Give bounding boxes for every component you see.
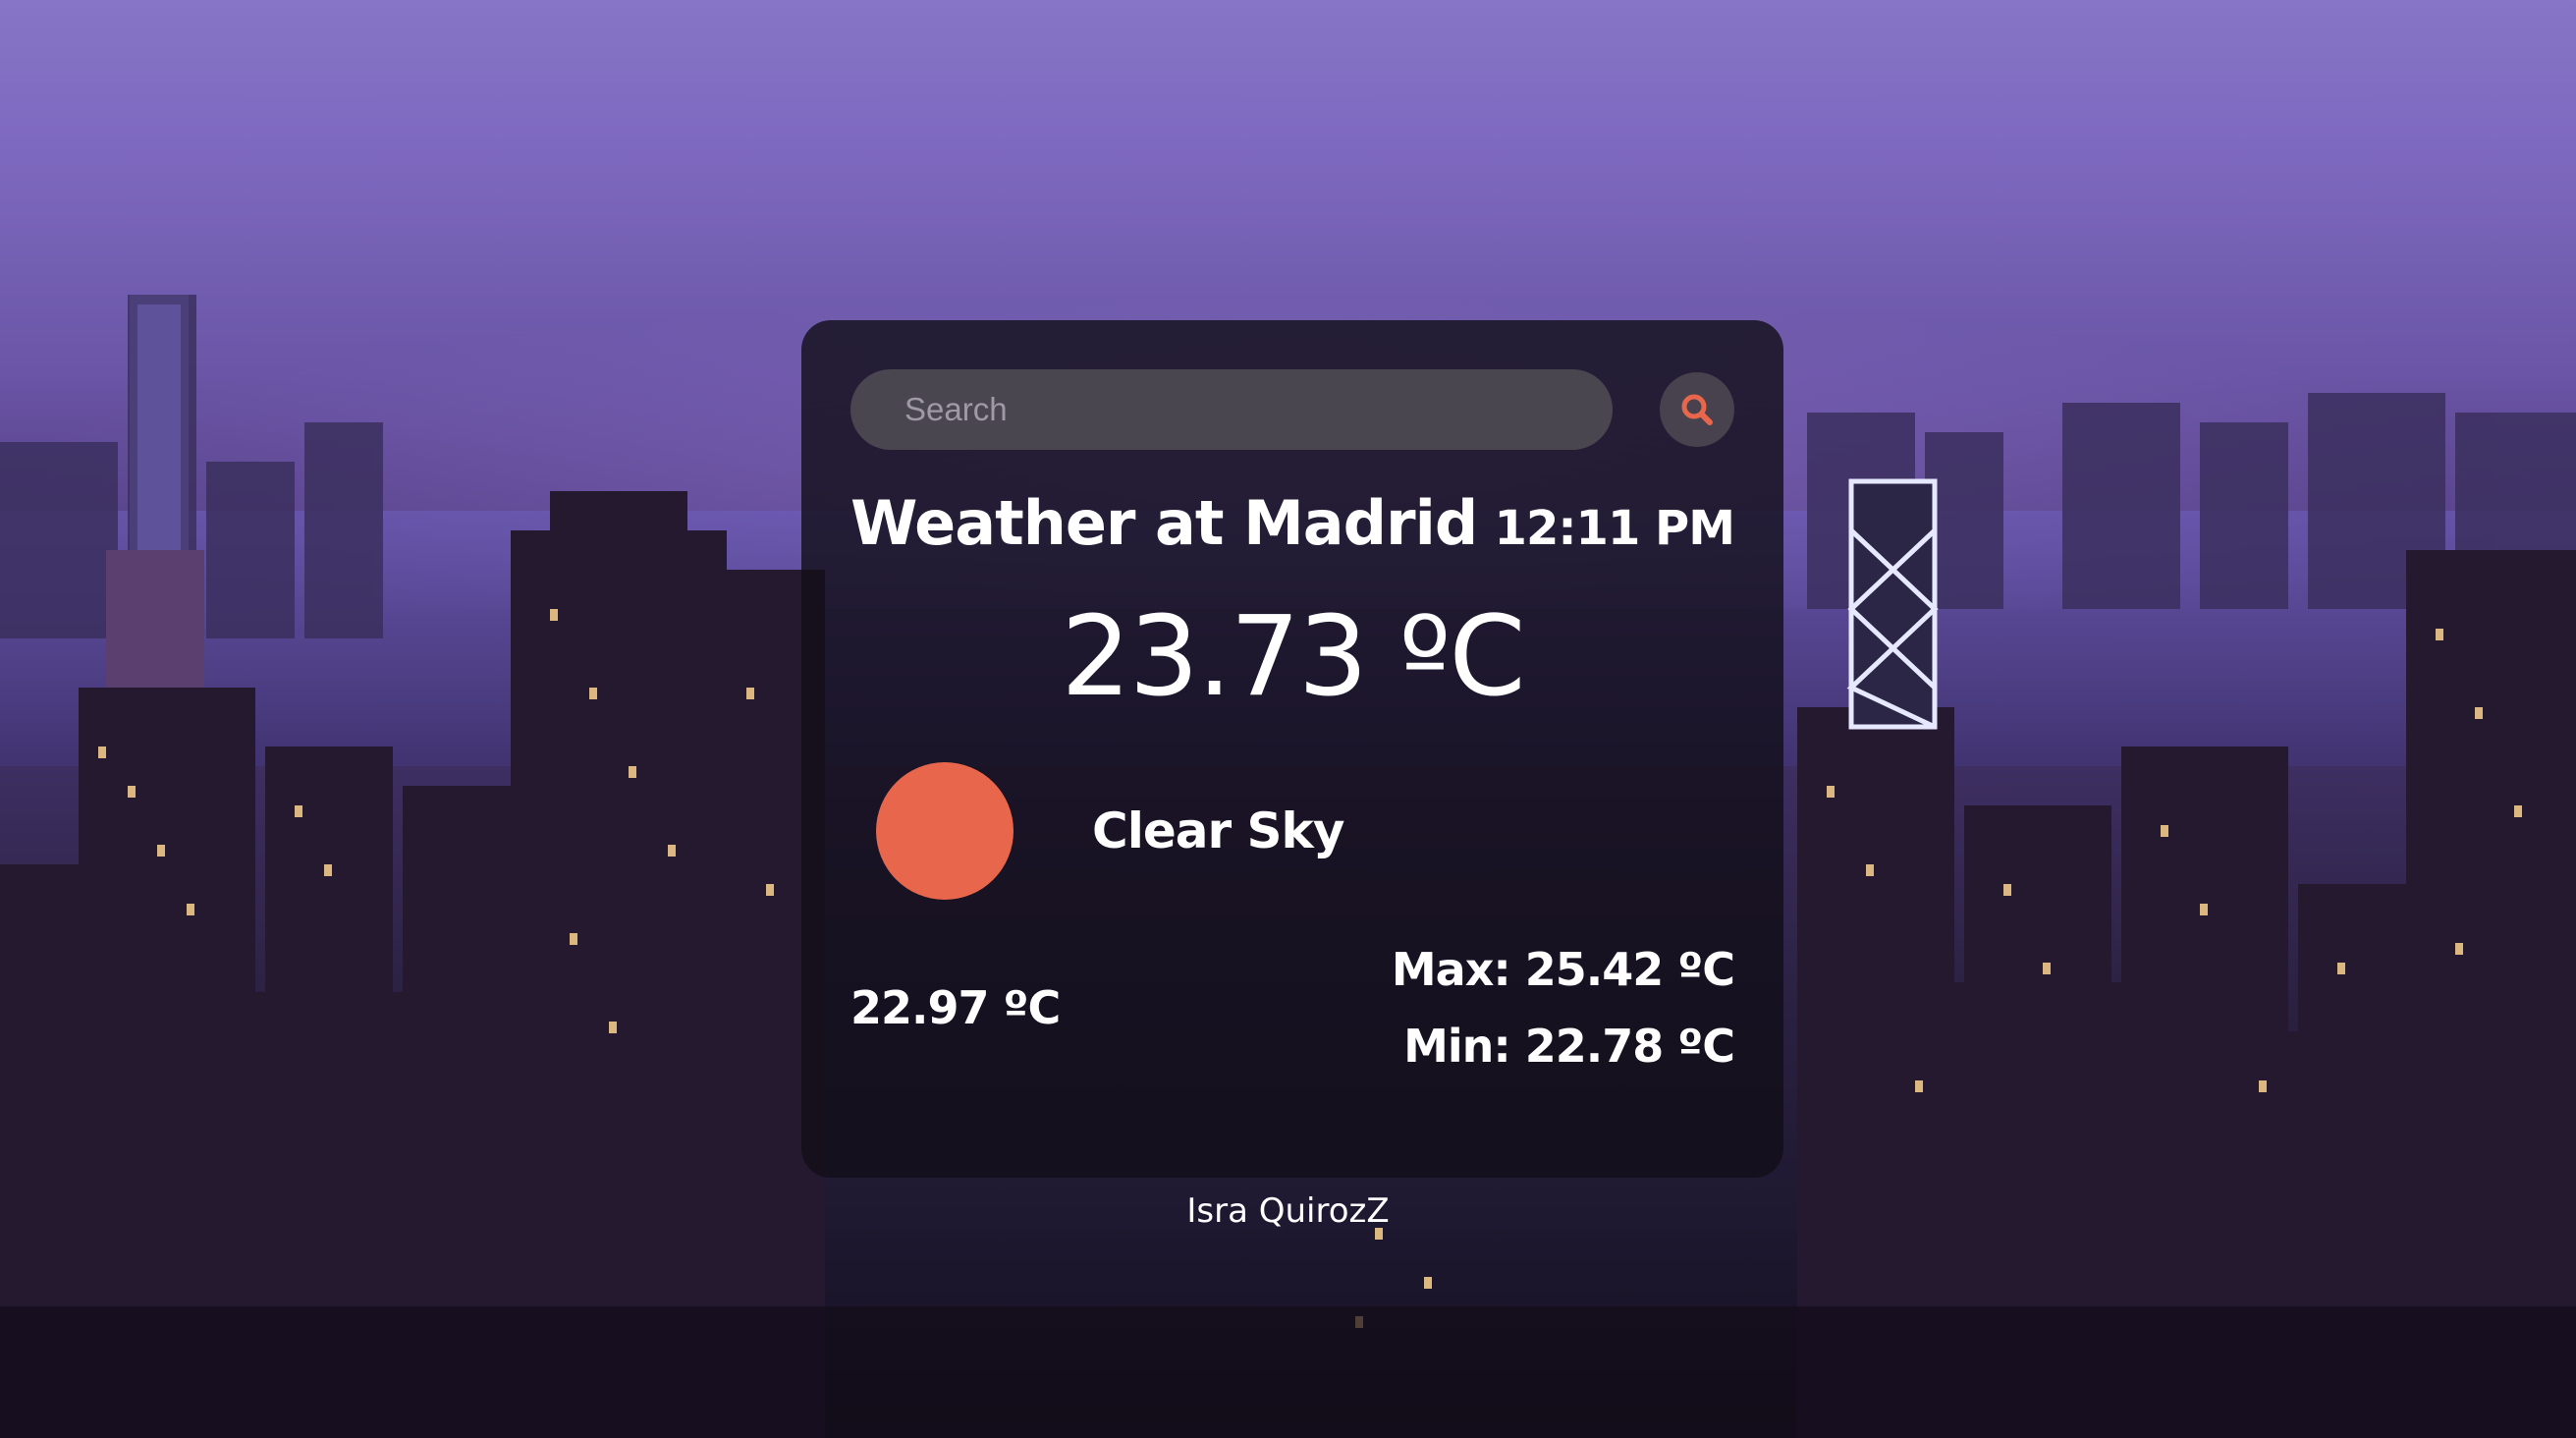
header-row: Weather at Madrid 12:11 PM	[850, 487, 1735, 566]
max-temperature: Max: 25.42 ºC	[1391, 943, 1735, 996]
condition-row: Clear Sky	[850, 760, 1734, 902]
search-button[interactable]	[1660, 372, 1734, 447]
min-temperature: Min: 22.78 ºC	[1403, 1020, 1735, 1073]
current-temperature: 23.73 ºC	[1061, 593, 1525, 721]
min-max-block: Max: 25.42 ºC Min: 22.78 ºC	[1391, 931, 1735, 1084]
feels-like-temperature: 22.97 ºC	[850, 981, 1061, 1034]
search-icon	[1681, 394, 1713, 425]
search-input[interactable]	[850, 369, 1613, 450]
weather-card: Weather at Madrid 12:11 PM 23.73 ºC Clea…	[801, 320, 1783, 1178]
page-title: Weather at Madrid	[850, 487, 1478, 559]
current-time: 12:11 PM	[1494, 501, 1735, 556]
search-bar	[850, 369, 1734, 450]
author-credit: Isra QuirozZ	[1186, 1191, 1390, 1231]
condition-label: Clear Sky	[1092, 802, 1344, 859]
sun-icon	[876, 762, 1014, 900]
details-row: 22.97 ºC Max: 25.42 ºC Min: 22.78 ºC	[850, 931, 1735, 1084]
